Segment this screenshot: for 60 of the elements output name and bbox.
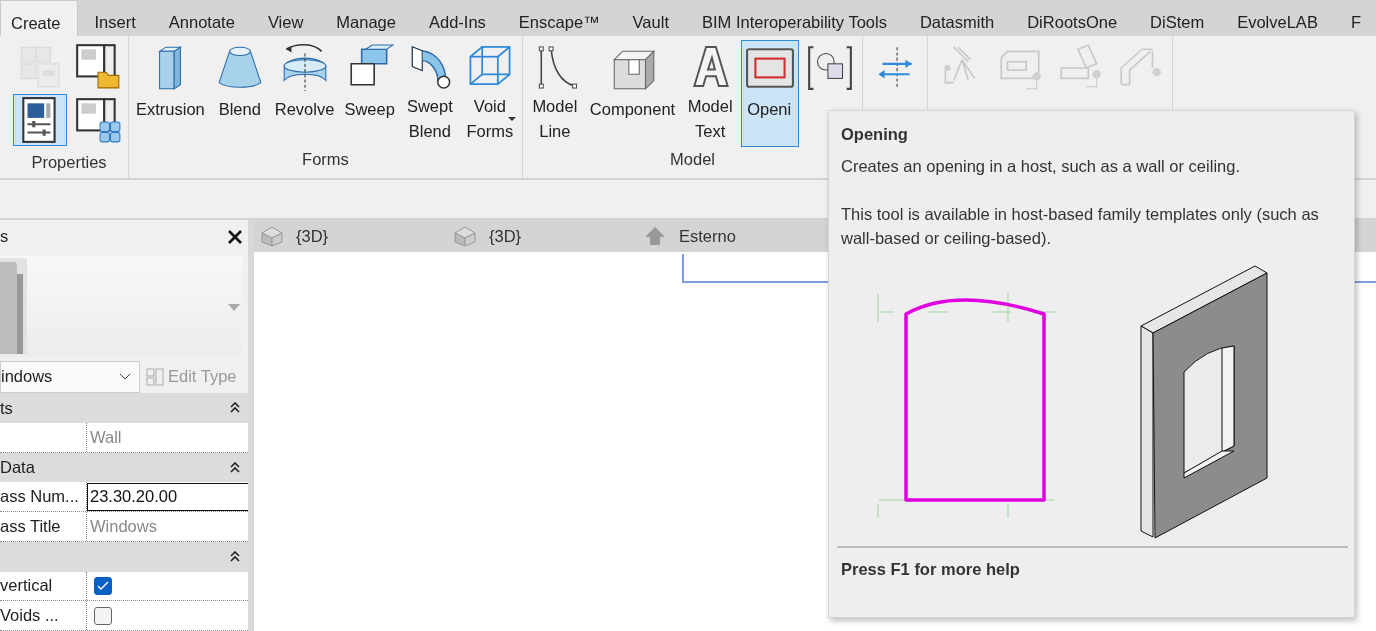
ribbon-tab[interactable]: F [1334, 0, 1376, 36]
tool-button[interactable]: Sweep [340, 40, 399, 147]
tool-button[interactable]: Component [585, 40, 680, 147]
document-tab[interactable]: {3D} [447, 220, 637, 252]
tooltip-note: This tool is available in host-based family templates only (such as wall-based or ceiling-based). [841, 204, 1320, 249]
property-input[interactable]: 23.30.20.00 [87, 482, 248, 511]
document-tab[interactable]: Esterno [637, 220, 830, 252]
grid-icon [146, 367, 164, 386]
tool-button[interactable]: Extrusion [132, 40, 209, 147]
property-name: ass Title [0, 517, 61, 536]
ribbon-tab[interactable]: Create [0, 0, 79, 36]
tooltip-description: Creates an opening in a host, such as a wall or ceiling. [841, 157, 1241, 176]
collapse-icon[interactable] [230, 461, 240, 474]
group-header: ts [0, 398, 13, 418]
ribbon-tab[interactable]: View [251, 0, 320, 36]
tool-button[interactable]: Blend [210, 40, 269, 147]
panel-label: Model [670, 150, 715, 168]
window-grid-icon [73, 95, 123, 145]
ribbon-tab[interactable]: DiRootsOne [1010, 0, 1134, 36]
ribbon-tab[interactable]: EvolveLAB [1220, 0, 1335, 36]
chevron-icon [119, 373, 131, 381]
group-header: Data [0, 458, 35, 478]
panel-label: Forms [302, 150, 349, 168]
ribbon-tab[interactable]: Insert [78, 0, 153, 36]
checkbox[interactable] [94, 606, 112, 625]
collapse-icon[interactable] [230, 550, 240, 563]
ribbon-tab[interactable]: Datasmith [903, 0, 1011, 36]
caret-icon [507, 117, 516, 121]
collapse-icon[interactable] [230, 402, 240, 415]
tool-button[interactable]: Model Line [525, 40, 584, 147]
property-name: Voids ... [0, 606, 59, 626]
tool-button[interactable]: Swept Blend [400, 40, 459, 147]
tool-button[interactable]: Revolve [270, 40, 339, 147]
tool-button[interactable]: Model Text [681, 40, 740, 147]
document-tab[interactable]: {3D} [254, 220, 447, 252]
checkmark-icon [97, 580, 109, 591]
house-icon [453, 225, 477, 247]
property-name: ass Num... [0, 487, 79, 507]
tool-button[interactable]: Openi [741, 40, 800, 147]
property-value: Wall [90, 427, 122, 447]
close-icon[interactable] [228, 229, 242, 244]
checkbox[interactable] [94, 576, 112, 595]
type-selector[interactable]: indows [0, 360, 140, 394]
tooltip-footer: Press F1 for more help [841, 560, 1342, 579]
property-name: vertical [0, 576, 53, 596]
tool-button[interactable] [13, 94, 67, 146]
property-value: Windows [90, 517, 157, 536]
palette-title: s [0, 227, 9, 247]
ribbon-tab[interactable]: BIM Interoperability Tools [685, 0, 904, 36]
ribbon-tab[interactable]: Annotate [152, 0, 252, 36]
ribbon-tab[interactable]: Vault [616, 0, 686, 36]
house-icon [260, 225, 284, 247]
ribbon-tab[interactable]: Enscape™ [502, 0, 617, 36]
ribbon-tab[interactable]: Add-Ins [412, 0, 503, 36]
panel-label: Properties [31, 153, 107, 171]
elevation-icon [643, 225, 667, 247]
ribbon-tab[interactable]: Manage [319, 0, 413, 36]
tool-button[interactable]: Void Forms [460, 40, 519, 147]
ribbon-tab[interactable]: DiStem [1133, 0, 1221, 36]
tooltip-title: Opening [841, 125, 909, 144]
